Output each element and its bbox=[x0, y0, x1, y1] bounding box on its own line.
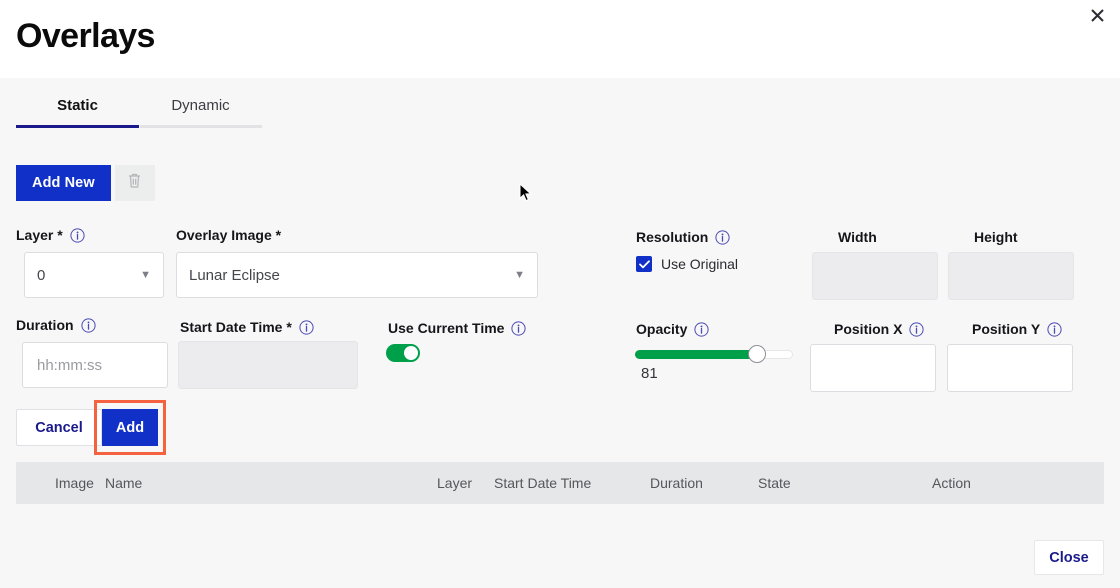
duration-label: Duration bbox=[16, 316, 96, 334]
tab-active-indicator bbox=[16, 125, 139, 128]
caret-down-icon: ▼ bbox=[514, 270, 525, 281]
column-header-start-date-time: Start Date Time bbox=[494, 475, 591, 491]
duration-input[interactable]: hh:mm:ss bbox=[22, 342, 168, 388]
info-icon[interactable] bbox=[715, 230, 730, 245]
toggle-knob bbox=[404, 346, 418, 360]
overlay-image-select[interactable]: Lunar Eclipse ▼ bbox=[176, 252, 538, 298]
info-icon[interactable] bbox=[694, 322, 709, 337]
height-label: Height bbox=[974, 228, 1018, 246]
cancel-button[interactable]: Cancel bbox=[16, 409, 102, 446]
width-label: Width bbox=[838, 228, 877, 246]
info-icon[interactable] bbox=[299, 320, 314, 335]
info-icon[interactable] bbox=[81, 318, 96, 333]
close-x-icon[interactable] bbox=[1084, 2, 1110, 28]
info-icon[interactable] bbox=[511, 321, 526, 336]
height-input[interactable] bbox=[948, 252, 1074, 300]
slider-fill bbox=[635, 350, 757, 359]
info-icon[interactable] bbox=[909, 322, 924, 337]
tab-bar: Static Dynamic bbox=[16, 96, 262, 134]
resolution-label: Resolution bbox=[636, 228, 730, 246]
overlay-image-value: Lunar Eclipse bbox=[189, 267, 280, 284]
column-header-name: Name bbox=[105, 475, 142, 491]
trash-icon bbox=[127, 172, 142, 194]
opacity-value: 81 bbox=[641, 365, 658, 382]
duration-placeholder: hh:mm:ss bbox=[37, 357, 102, 374]
info-icon[interactable] bbox=[1047, 322, 1062, 337]
info-icon[interactable] bbox=[70, 228, 85, 243]
width-input[interactable] bbox=[812, 252, 938, 300]
overlay-toolbar: Add New bbox=[16, 165, 155, 201]
caret-down-icon: ▼ bbox=[140, 270, 151, 281]
overlay-image-label: Overlay Image * bbox=[176, 226, 281, 244]
slider-handle[interactable] bbox=[748, 345, 766, 363]
column-header-layer: Layer bbox=[437, 475, 472, 491]
position-y-label: Position Y bbox=[972, 320, 1062, 338]
dialog-header: Overlays bbox=[0, 0, 1120, 78]
add-button[interactable]: Add bbox=[102, 409, 158, 446]
check-icon bbox=[636, 256, 652, 272]
layer-select[interactable]: 0 ▼ bbox=[24, 252, 164, 298]
overlays-table-header: Image Name Layer Start Date Time Duratio… bbox=[16, 462, 1104, 504]
layer-select-value: 0 bbox=[37, 267, 45, 284]
tab-inactive-indicator bbox=[140, 125, 262, 128]
close-button[interactable]: Close bbox=[1034, 540, 1104, 575]
use-original-label: Use Original bbox=[661, 256, 738, 272]
tab-static[interactable]: Static bbox=[16, 96, 139, 126]
use-current-time-toggle[interactable] bbox=[386, 344, 420, 362]
mouse-cursor bbox=[519, 183, 533, 203]
column-header-image: Image bbox=[55, 475, 94, 491]
start-date-time-input[interactable] bbox=[178, 341, 358, 389]
use-current-time-label: Use Current Time bbox=[388, 319, 526, 337]
column-header-state: State bbox=[758, 475, 791, 491]
position-y-input[interactable] bbox=[947, 344, 1073, 392]
start-date-time-label: Start Date Time * bbox=[180, 318, 314, 336]
use-original-checkbox[interactable]: Use Original bbox=[636, 256, 738, 272]
opacity-slider[interactable] bbox=[635, 345, 793, 363]
position-x-input[interactable] bbox=[810, 344, 936, 392]
column-header-duration: Duration bbox=[650, 475, 703, 491]
layer-label: Layer * bbox=[16, 226, 85, 244]
opacity-label: Opacity bbox=[636, 320, 709, 338]
delete-button[interactable] bbox=[115, 165, 155, 201]
column-header-action: Action bbox=[932, 475, 971, 491]
position-x-label: Position X bbox=[834, 320, 924, 338]
tab-dynamic[interactable]: Dynamic bbox=[139, 96, 262, 126]
page-title: Overlays bbox=[16, 14, 155, 58]
add-new-button[interactable]: Add New bbox=[16, 165, 111, 201]
